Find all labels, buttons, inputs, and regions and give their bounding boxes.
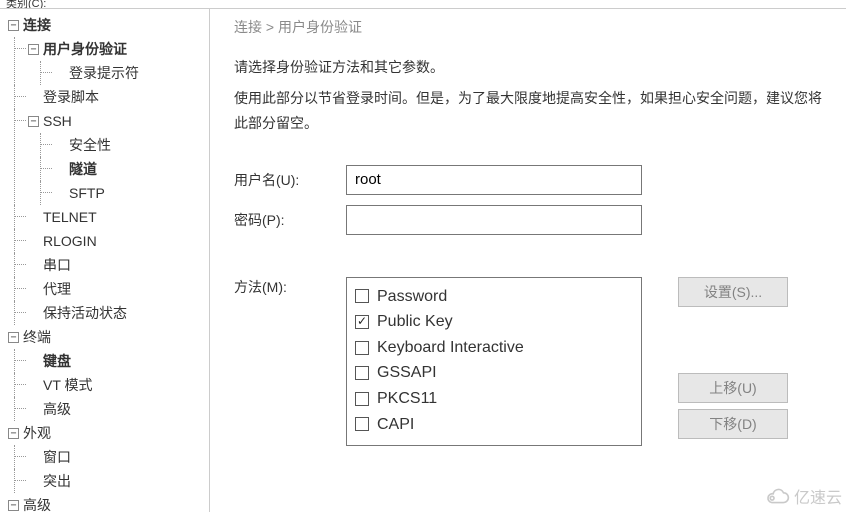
watermark-text: 亿速云 bbox=[794, 484, 842, 508]
tree-item-advanced[interactable]: − 高级 bbox=[0, 493, 209, 512]
tree-label: 用户身份验证 bbox=[43, 39, 127, 59]
tree-item-serial[interactable]: 串口 bbox=[0, 253, 209, 277]
tree-item-keyboard[interactable]: 键盘 bbox=[0, 349, 209, 373]
collapse-icon[interactable]: − bbox=[28, 116, 39, 127]
tree-label: 外观 bbox=[23, 423, 51, 443]
tree-label: 高级 bbox=[23, 495, 51, 512]
breadcrumb-sep: > bbox=[266, 19, 274, 35]
tree-item-window[interactable]: 窗口 bbox=[0, 445, 209, 469]
breadcrumb: 连接 > 用户身份验证 bbox=[234, 17, 822, 37]
tree-item-authentication[interactable]: − 用户身份验证 bbox=[0, 37, 209, 61]
tree-label: 登录提示符 bbox=[69, 63, 139, 83]
collapse-icon[interactable]: − bbox=[8, 500, 19, 511]
tree-label: 终端 bbox=[23, 327, 51, 347]
method-item-label: Keyboard Interactive bbox=[377, 335, 524, 361]
tree-label: 保持活动状态 bbox=[43, 303, 127, 323]
tree-label: 代理 bbox=[43, 279, 71, 299]
method-item-keyboard-interactive[interactable]: Keyboard Interactive bbox=[355, 335, 633, 361]
tree-label: 隧道 bbox=[69, 159, 97, 179]
checkbox-icon[interactable] bbox=[355, 341, 369, 355]
collapse-icon[interactable]: − bbox=[8, 20, 19, 31]
username-row: 用户名(U): bbox=[234, 165, 822, 195]
tree-item-telnet[interactable]: TELNET bbox=[0, 205, 209, 229]
tree-item-highlight[interactable]: 突出 bbox=[0, 469, 209, 493]
tree-label: VT 模式 bbox=[43, 375, 93, 395]
password-label: 密码(P): bbox=[234, 210, 346, 230]
description-line: 请选择身份验证方法和其它参数。 bbox=[234, 55, 822, 80]
tree-item-ssh[interactable]: − SSH bbox=[0, 109, 209, 133]
method-item-label: PKCS11 bbox=[377, 386, 437, 412]
move-up-button[interactable]: 上移(U) bbox=[678, 373, 788, 403]
method-listbox[interactable]: Password ✓ Public Key Keyboard Interacti… bbox=[346, 277, 642, 447]
method-label: 方法(M): bbox=[234, 277, 346, 297]
tree-label: SFTP bbox=[69, 185, 105, 201]
breadcrumb-part: 用户身份验证 bbox=[278, 19, 362, 35]
method-item-public-key[interactable]: ✓ Public Key bbox=[355, 309, 633, 335]
tree-item-sftp[interactable]: SFTP bbox=[0, 181, 209, 205]
tree-item-tunnel[interactable]: 隧道 bbox=[0, 157, 209, 181]
watermark: 亿速云 bbox=[764, 484, 842, 508]
checkbox-icon[interactable] bbox=[355, 289, 369, 303]
checkbox-icon[interactable] bbox=[355, 392, 369, 406]
main-panel: 连接 > 用户身份验证 请选择身份验证方法和其它参数。 使用此部分以节省登录时间… bbox=[210, 9, 846, 512]
description-line: 使用此部分以节省登录时间。但是，为了最大限度地提高安全性，如果担心安全问题，建议… bbox=[234, 86, 822, 136]
dialog-top-remnant: 类别(C): bbox=[0, 0, 846, 8]
tree-item-advanced-terminal[interactable]: 高级 bbox=[0, 397, 209, 421]
tree-item-login-script[interactable]: 登录脚本 bbox=[0, 85, 209, 109]
collapse-icon[interactable]: − bbox=[8, 428, 19, 439]
username-input[interactable] bbox=[346, 165, 642, 195]
username-label: 用户名(U): bbox=[234, 170, 346, 190]
password-row: 密码(P): bbox=[234, 205, 822, 235]
breadcrumb-part: 连接 bbox=[234, 19, 262, 35]
tree-item-keepalive[interactable]: 保持活动状态 bbox=[0, 301, 209, 325]
method-item-pkcs11[interactable]: PKCS11 bbox=[355, 386, 633, 412]
checkbox-icon[interactable] bbox=[355, 417, 369, 431]
tree-label: TELNET bbox=[43, 209, 97, 225]
tree-label: 登录脚本 bbox=[43, 87, 99, 107]
method-item-capi[interactable]: CAPI bbox=[355, 412, 633, 438]
checkbox-icon[interactable]: ✓ bbox=[355, 315, 369, 329]
checkbox-icon[interactable] bbox=[355, 366, 369, 380]
tree-label: 键盘 bbox=[43, 351, 71, 371]
method-item-label: GSSAPI bbox=[377, 360, 437, 386]
tree-item-login-prompt[interactable]: 登录提示符 bbox=[0, 61, 209, 85]
tree-label: SSH bbox=[43, 113, 72, 129]
tree-label: 突出 bbox=[43, 471, 71, 491]
tree-label: RLOGIN bbox=[43, 233, 97, 249]
method-row: 方法(M): Password ✓ Public Key Keyboard In… bbox=[234, 277, 822, 447]
tree-label: 安全性 bbox=[69, 135, 111, 155]
method-item-label: CAPI bbox=[377, 412, 414, 438]
tree-item-vt-mode[interactable]: VT 模式 bbox=[0, 373, 209, 397]
method-item-label: Public Key bbox=[377, 309, 453, 335]
method-buttons: 设置(S)... 上移(U) 下移(D) bbox=[678, 277, 788, 439]
dialog-body: − 连接 − 用户身份验证 bbox=[0, 8, 846, 512]
password-input[interactable] bbox=[346, 205, 642, 235]
collapse-icon[interactable]: − bbox=[28, 44, 39, 55]
tree-item-connection[interactable]: − 连接 bbox=[0, 13, 209, 37]
tree-item-appearance[interactable]: − 外观 bbox=[0, 421, 209, 445]
tree-item-proxy[interactable]: 代理 bbox=[0, 277, 209, 301]
tree-label: 串口 bbox=[43, 255, 71, 275]
collapse-icon[interactable]: − bbox=[8, 332, 19, 343]
method-item-gssapi[interactable]: GSSAPI bbox=[355, 360, 633, 386]
move-down-button[interactable]: 下移(D) bbox=[678, 409, 788, 439]
method-item-password[interactable]: Password bbox=[355, 284, 633, 310]
method-item-label: Password bbox=[377, 284, 447, 310]
cloud-icon bbox=[764, 487, 790, 505]
tree-item-terminal[interactable]: − 终端 bbox=[0, 325, 209, 349]
tree-label: 窗口 bbox=[43, 447, 71, 467]
category-tree: − 连接 − 用户身份验证 bbox=[0, 9, 210, 512]
tree-label: 连接 bbox=[23, 15, 51, 35]
tree-label: 高级 bbox=[43, 399, 71, 419]
setup-button[interactable]: 设置(S)... bbox=[678, 277, 788, 307]
tree-item-security[interactable]: 安全性 bbox=[0, 133, 209, 157]
tree-item-rlogin[interactable]: RLOGIN bbox=[0, 229, 209, 253]
